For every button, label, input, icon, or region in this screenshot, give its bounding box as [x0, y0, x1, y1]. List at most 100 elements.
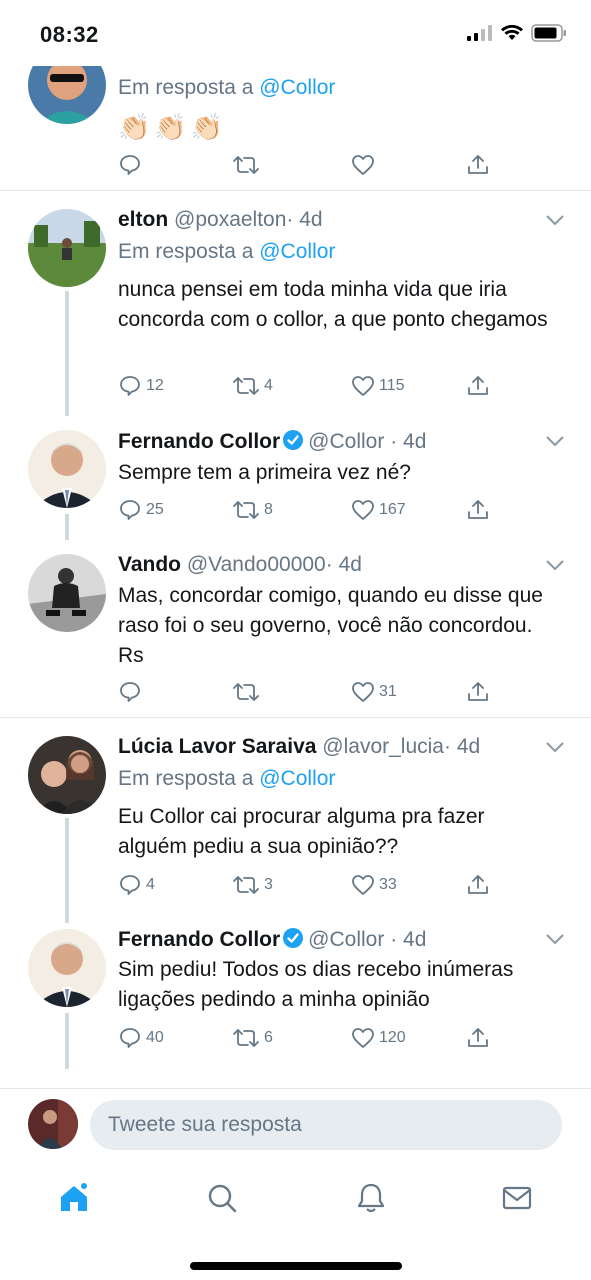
chevron-down-icon[interactable] [545, 434, 565, 448]
reply-mention-link[interactable]: @Collor [259, 767, 335, 790]
reply-button[interactable]: 4 [118, 870, 155, 900]
chevron-down-icon[interactable] [545, 558, 565, 572]
conversation-feed[interactable]: Em resposta a @Collor 👏🏻 👏🏻 👏🏻 elton @po… [0, 0, 591, 1086]
tweet[interactable]: Fernando Collor @Collor · 4d Sim pediu! T… [0, 923, 591, 1086]
reply-count: 40 [146, 1029, 164, 1046]
tab-bar [0, 1164, 591, 1280]
retweet-button[interactable]: 4 [232, 371, 273, 401]
reply-button[interactable] [118, 150, 142, 180]
tab-notifications[interactable] [351, 1178, 391, 1218]
reply-button[interactable]: 25 [118, 495, 164, 525]
user-handle[interactable]: @lavor_lucia [322, 735, 444, 758]
reply-button[interactable] [118, 677, 142, 707]
notifications-icon [357, 1183, 385, 1213]
avatar[interactable] [28, 929, 106, 1007]
avatar[interactable] [28, 430, 106, 508]
share-icon [468, 500, 488, 519]
chevron-down-icon[interactable] [545, 932, 565, 946]
reply-button[interactable]: 12 [118, 371, 164, 401]
share-button[interactable] [466, 150, 490, 180]
tweet[interactable]: Lúcia Lavor Saraiva @lavor_lucia· 4d Em … [0, 718, 591, 923]
thread-line [65, 1013, 69, 1069]
reply-icon [120, 500, 140, 520]
share-button[interactable] [466, 870, 490, 900]
user-handle[interactable]: @Vando00000 [187, 553, 326, 576]
tweet-actions: 4 3 33 [118, 870, 498, 900]
clap-emoji: 👏🏻 [154, 112, 187, 142]
tweet-text: Sim pediu! Todos os dias recebo inúmeras… [118, 958, 514, 1011]
tweet-header: elton @poxaelton· 4d [118, 208, 323, 232]
like-button[interactable]: 120 [351, 1023, 406, 1053]
like-count: 115 [379, 377, 405, 394]
retweet-button[interactable] [232, 677, 260, 707]
tweet-actions: 12 4 115 [118, 371, 498, 401]
tweet[interactable]: elton @poxaelton· 4d Em resposta a @Coll… [0, 191, 591, 416]
like-count: 31 [379, 683, 397, 700]
user-name[interactable]: Lúcia Lavor Saraiva [118, 735, 316, 758]
like-button[interactable]: 33 [351, 870, 397, 900]
retweet-count: 3 [264, 876, 273, 893]
user-handle[interactable]: @Collor [308, 430, 384, 453]
tweet-text: 👏🏻 👏🏻 👏🏻 [118, 112, 223, 143]
retweet-icon [233, 683, 259, 701]
like-button[interactable]: 31 [351, 677, 397, 707]
share-button[interactable] [466, 1023, 490, 1053]
like-count: 167 [379, 501, 406, 518]
retweet-button[interactable] [232, 150, 260, 180]
tweet-header: Lúcia Lavor Saraiva @lavor_lucia· 4d [118, 735, 480, 759]
share-button[interactable] [466, 495, 490, 525]
tab-search[interactable] [202, 1178, 242, 1218]
reply-icon [120, 155, 140, 175]
user-handle[interactable]: @Collor [308, 928, 384, 951]
like-button[interactable]: 167 [351, 495, 406, 525]
share-icon [468, 376, 488, 395]
retweet-count: 8 [264, 501, 273, 518]
avatar[interactable] [28, 736, 106, 814]
like-button[interactable] [351, 150, 375, 180]
avatar[interactable] [28, 209, 106, 287]
chevron-down-icon[interactable] [545, 213, 565, 227]
share-button[interactable] [466, 371, 490, 401]
battery-icon [531, 24, 567, 47]
verified-badge-icon [283, 430, 304, 450]
user-name[interactable]: elton [118, 208, 168, 231]
reply-context: Em resposta a @Collor [118, 240, 335, 264]
home-indicator[interactable] [190, 1262, 402, 1270]
reply-count: 25 [146, 501, 164, 518]
retweet-icon [233, 876, 259, 894]
tab-messages[interactable] [497, 1178, 537, 1218]
status-icons [467, 24, 567, 47]
retweet-button[interactable]: 8 [232, 495, 273, 525]
retweet-button[interactable]: 6 [232, 1023, 273, 1053]
reply-mention-link[interactable]: @Collor [259, 240, 335, 263]
retweet-button[interactable]: 3 [232, 870, 273, 900]
tweet-time: · 4d [286, 208, 323, 231]
thread-line [65, 818, 69, 923]
user-name[interactable]: Fernando Collor [118, 928, 280, 951]
user-handle[interactable]: @poxaelton [174, 208, 286, 231]
user-name[interactable]: Vando [118, 553, 181, 576]
reply-composer: Tweete sua resposta [0, 1088, 591, 1164]
reply-input[interactable]: Tweete sua resposta [90, 1100, 562, 1150]
reply-button[interactable]: 40 [118, 1023, 164, 1053]
like-button[interactable]: 115 [351, 371, 405, 401]
avatar[interactable] [28, 554, 106, 632]
share-button[interactable] [466, 677, 490, 707]
tweet-text: Mas, concordar comigo, quando eu disse q… [118, 584, 543, 667]
heart-icon [352, 1028, 374, 1048]
tweet[interactable]: Fernando Collor @Collor · 4d Sempre tem a… [0, 416, 591, 540]
thread-line [65, 291, 69, 416]
tweet[interactable]: Vando @Vando00000· 4d Mas, concordar com… [0, 540, 591, 716]
wifi-icon [501, 24, 523, 46]
tab-home[interactable] [54, 1178, 94, 1218]
two-people-avatar-icon [28, 736, 106, 814]
user-name[interactable]: Fernando Collor [118, 430, 280, 453]
reply-mention-link[interactable]: @Collor [259, 76, 335, 99]
reply-prefix: Em resposta a [118, 240, 260, 263]
retweet-count: 4 [264, 377, 273, 394]
share-icon [468, 1028, 488, 1047]
person-suit-avatar-icon [28, 430, 106, 508]
current-user-avatar[interactable] [28, 1099, 78, 1149]
clap-emoji: 👏🏻 [118, 112, 151, 142]
chevron-down-icon[interactable] [545, 740, 565, 754]
